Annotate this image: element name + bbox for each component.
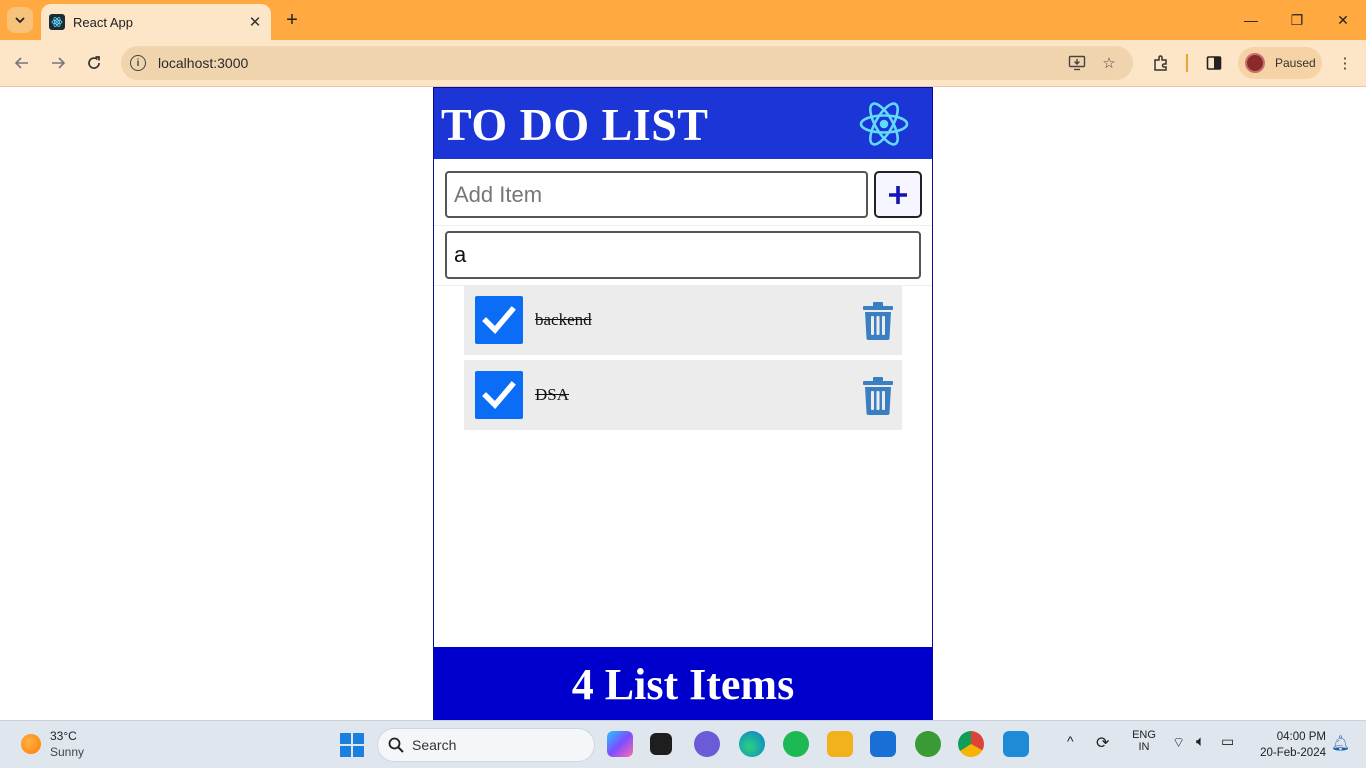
profile-status: Paused: [1275, 56, 1316, 70]
address-bar[interactable]: i localhost:3000 ☆: [121, 46, 1133, 80]
browser-tab-bar: React App ✕ + — ❐ ✕: [0, 0, 1366, 40]
file-explorer-icon[interactable]: [827, 731, 853, 757]
region-code: IN: [1138, 741, 1150, 753]
item-label[interactable]: backend: [535, 310, 592, 330]
copilot-icon[interactable]: [607, 731, 633, 757]
trash-icon[interactable]: [862, 377, 894, 415]
item-label[interactable]: DSA: [535, 385, 569, 405]
extensions-icon[interactable]: [1150, 52, 1172, 74]
clock-date: 20-Feb-2024: [1260, 747, 1326, 759]
chevron-up-icon[interactable]: ^: [1067, 733, 1074, 749]
checkmark-icon: [482, 306, 516, 335]
close-window-button[interactable]: ✕: [1320, 4, 1366, 36]
react-favicon-icon: [49, 14, 65, 30]
search-label: Search: [412, 737, 457, 753]
site-info-icon[interactable]: i: [130, 55, 146, 71]
clock[interactable]: 04:00 PM 20-Feb-2024: [1250, 729, 1326, 761]
back-button[interactable]: [8, 49, 36, 77]
edge-browser-icon[interactable]: [739, 731, 765, 757]
search-input[interactable]: [445, 231, 921, 279]
list-item: backend: [464, 285, 902, 355]
weather-condition[interactable]: Sunny: [50, 745, 84, 759]
sun-icon[interactable]: [21, 734, 41, 754]
avatar: [1245, 53, 1265, 73]
toolbar-divider: [1186, 54, 1188, 72]
sync-icon[interactable]: ⟳: [1096, 733, 1109, 753]
plus-icon: [889, 185, 907, 204]
search-form: [434, 226, 932, 286]
todo-app: TO DO LIST backend: [433, 87, 933, 721]
microsoft-store-icon[interactable]: [870, 731, 896, 757]
add-item-form: [434, 159, 932, 226]
windows-start-icon[interactable]: [340, 733, 364, 757]
item-count: 4 List Items: [571, 659, 795, 709]
list-item: DSA: [464, 360, 902, 430]
vscode-icon[interactable]: [1003, 731, 1029, 757]
reload-button[interactable]: [80, 49, 108, 77]
search-icon: [388, 737, 404, 753]
item-checkbox[interactable]: [475, 296, 523, 344]
chrome-icon[interactable]: [958, 731, 984, 757]
add-item-button[interactable]: [874, 171, 922, 218]
trash-icon[interactable]: [862, 302, 894, 340]
battery-icon[interactable]: ▭: [1221, 733, 1234, 750]
page-title: TO DO LIST: [441, 99, 709, 150]
reload-icon: [88, 56, 100, 69]
browser-tab-active[interactable]: React App ✕: [41, 4, 271, 40]
chevron-down-icon: [15, 17, 25, 24]
weather-temperature[interactable]: 33°C: [50, 729, 77, 743]
add-item-input[interactable]: [445, 171, 868, 218]
tab-search-button[interactable]: [7, 7, 33, 33]
task-view-icon[interactable]: [650, 733, 672, 755]
language-code: ENG: [1132, 729, 1156, 741]
side-panel-icon[interactable]: [1203, 52, 1225, 74]
arrow-left-icon: [14, 57, 28, 69]
new-tab-button[interactable]: +: [280, 8, 304, 32]
taskbar-search[interactable]: Search: [377, 728, 595, 762]
checkmark-icon: [482, 381, 516, 410]
profile-button[interactable]: Paused: [1238, 47, 1322, 79]
spotify-icon[interactable]: [783, 731, 809, 757]
volume-icon[interactable]: 🔈︎: [1196, 733, 1205, 750]
restore-button[interactable]: ❐: [1274, 4, 1320, 36]
more-menu-icon[interactable]: ⋮: [1334, 52, 1356, 74]
bookmark-star-icon[interactable]: ☆: [1099, 53, 1119, 73]
close-tab-icon[interactable]: ✕: [245, 12, 265, 32]
app-footer: 4 List Items: [434, 647, 932, 721]
clock-time: 04:00 PM: [1276, 731, 1326, 743]
teams-chat-icon[interactable]: [694, 731, 720, 757]
taskbar: 33°C Sunny Search ^ ⟳ ENG IN ⌔ 🔈︎ ▭ 04:0…: [0, 720, 1366, 768]
notification-bell-icon[interactable]: 🔔︎: [1331, 734, 1350, 752]
arrow-right-icon: [52, 57, 66, 69]
tab-title: React App: [73, 14, 133, 30]
language-indicator[interactable]: ENG IN: [1129, 729, 1159, 753]
browser-toolbar: i localhost:3000 ☆ ⋮: [0, 40, 1366, 87]
todo-list: backend DSA: [464, 285, 902, 435]
app-header: TO DO LIST: [434, 88, 932, 159]
install-app-icon[interactable]: [1067, 53, 1087, 73]
spring-tools-icon[interactable]: [915, 731, 941, 757]
url-text: localhost:3000: [158, 55, 249, 71]
minimize-button[interactable]: —: [1228, 4, 1274, 36]
react-logo-icon: [859, 102, 909, 146]
forward-button[interactable]: [44, 49, 72, 77]
wifi-icon[interactable]: ⌔: [1172, 734, 1185, 752]
item-checkbox[interactable]: [475, 371, 523, 419]
